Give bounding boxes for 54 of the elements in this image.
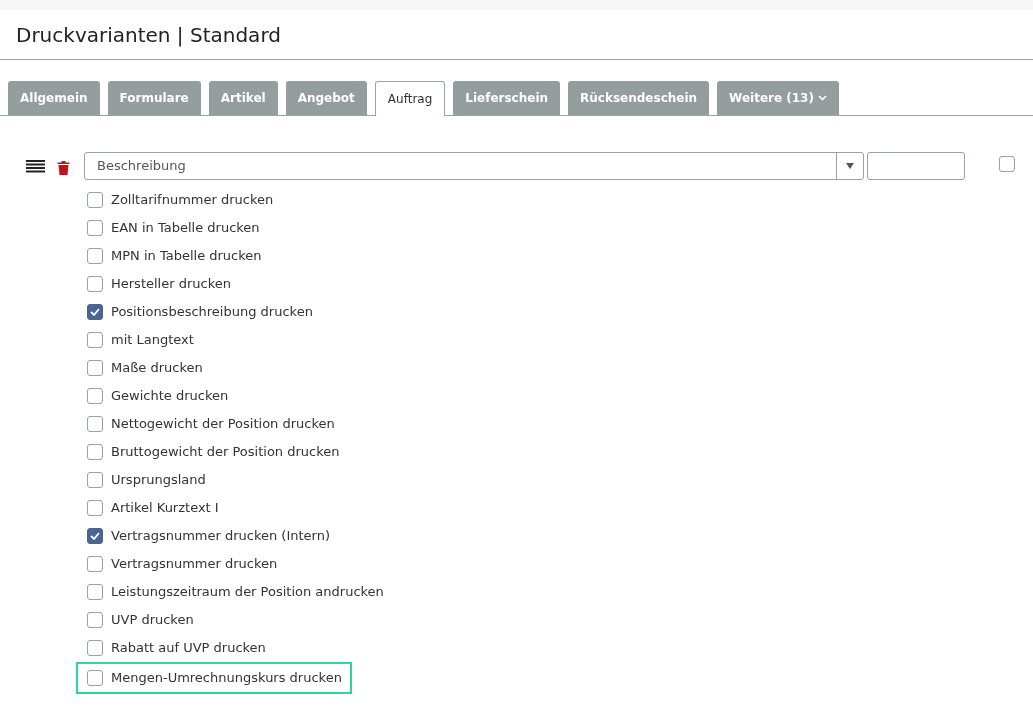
checkbox[interactable] xyxy=(87,500,103,516)
tab[interactable]: Rücksendeschein xyxy=(568,81,710,115)
option-label: Bruttogewicht der Position drucken xyxy=(111,443,340,462)
tab[interactable]: Lieferschein xyxy=(453,81,561,115)
option-label: Vertragsnummer drucken (Intern) xyxy=(111,527,331,546)
checkbox[interactable] xyxy=(87,444,103,460)
option-label: EAN in Tabelle drucken xyxy=(111,219,260,238)
option-label: Nettogewicht der Position drucken xyxy=(111,415,335,434)
checkbox[interactable] xyxy=(999,156,1015,172)
checkbox[interactable] xyxy=(87,220,103,236)
checkbox[interactable] xyxy=(87,304,103,320)
tab[interactable]: Artikel xyxy=(208,81,278,115)
checkbox[interactable] xyxy=(87,276,103,292)
input-field[interactable] xyxy=(867,152,965,180)
caret-icon xyxy=(846,163,854,169)
checkbox[interactable] xyxy=(87,640,103,656)
checkbox[interactable] xyxy=(87,388,103,404)
checkmark-icon xyxy=(90,532,100,540)
checkbox[interactable] xyxy=(87,192,103,208)
checkbox[interactable] xyxy=(87,556,103,572)
option-label: Rabatt auf UVP drucken xyxy=(111,639,266,658)
option-label: Mengen-Umrechnungskurs drucken xyxy=(111,669,342,688)
tab[interactable]: Formulare xyxy=(107,81,201,115)
tab[interactable]: Allgemein xyxy=(8,81,100,115)
option-label: Vertragsnummer drucken xyxy=(111,555,278,574)
checkbox[interactable] xyxy=(87,332,103,348)
option-label: Artikel Kurztext I xyxy=(111,499,219,518)
checkbox[interactable] xyxy=(87,360,103,376)
trash-icon[interactable] xyxy=(57,161,70,175)
checkbox[interactable] xyxy=(87,472,103,488)
option-label: MPN in Tabelle drucken xyxy=(111,247,262,266)
checkbox[interactable] xyxy=(87,584,103,600)
option-label: Zolltarifnummer drucken xyxy=(111,191,274,210)
tab[interactable]: Angebot xyxy=(285,81,367,115)
option-label: Ursprungsland xyxy=(111,471,206,490)
option-label: mit Langtext xyxy=(111,331,194,350)
page-title: Druckvarianten | Standard xyxy=(16,21,281,49)
checkmark-icon xyxy=(90,308,100,316)
option-label: Positionsbeschreibung drucken xyxy=(111,303,313,322)
checkbox[interactable] xyxy=(87,612,103,628)
checkbox[interactable] xyxy=(87,528,103,544)
option-label: Maße drucken xyxy=(111,359,203,378)
option-label: UVP drucken xyxy=(111,611,194,630)
chevron-down-icon xyxy=(817,95,827,101)
checkbox[interactable] xyxy=(87,670,103,686)
tab[interactable]: Weitere (13) xyxy=(717,81,839,115)
option-label: Leistungszeitraum der Position andrucken xyxy=(111,583,384,602)
tab[interactable]: Auftrag xyxy=(374,81,446,116)
option-label: Gewichte drucken xyxy=(111,387,229,406)
option-label: Hersteller drucken xyxy=(111,275,231,294)
menu-icon[interactable] xyxy=(26,159,45,173)
checkbox[interactable] xyxy=(87,416,103,432)
checkbox[interactable] xyxy=(87,248,103,264)
description-select[interactable]: Beschreibung xyxy=(84,152,864,180)
